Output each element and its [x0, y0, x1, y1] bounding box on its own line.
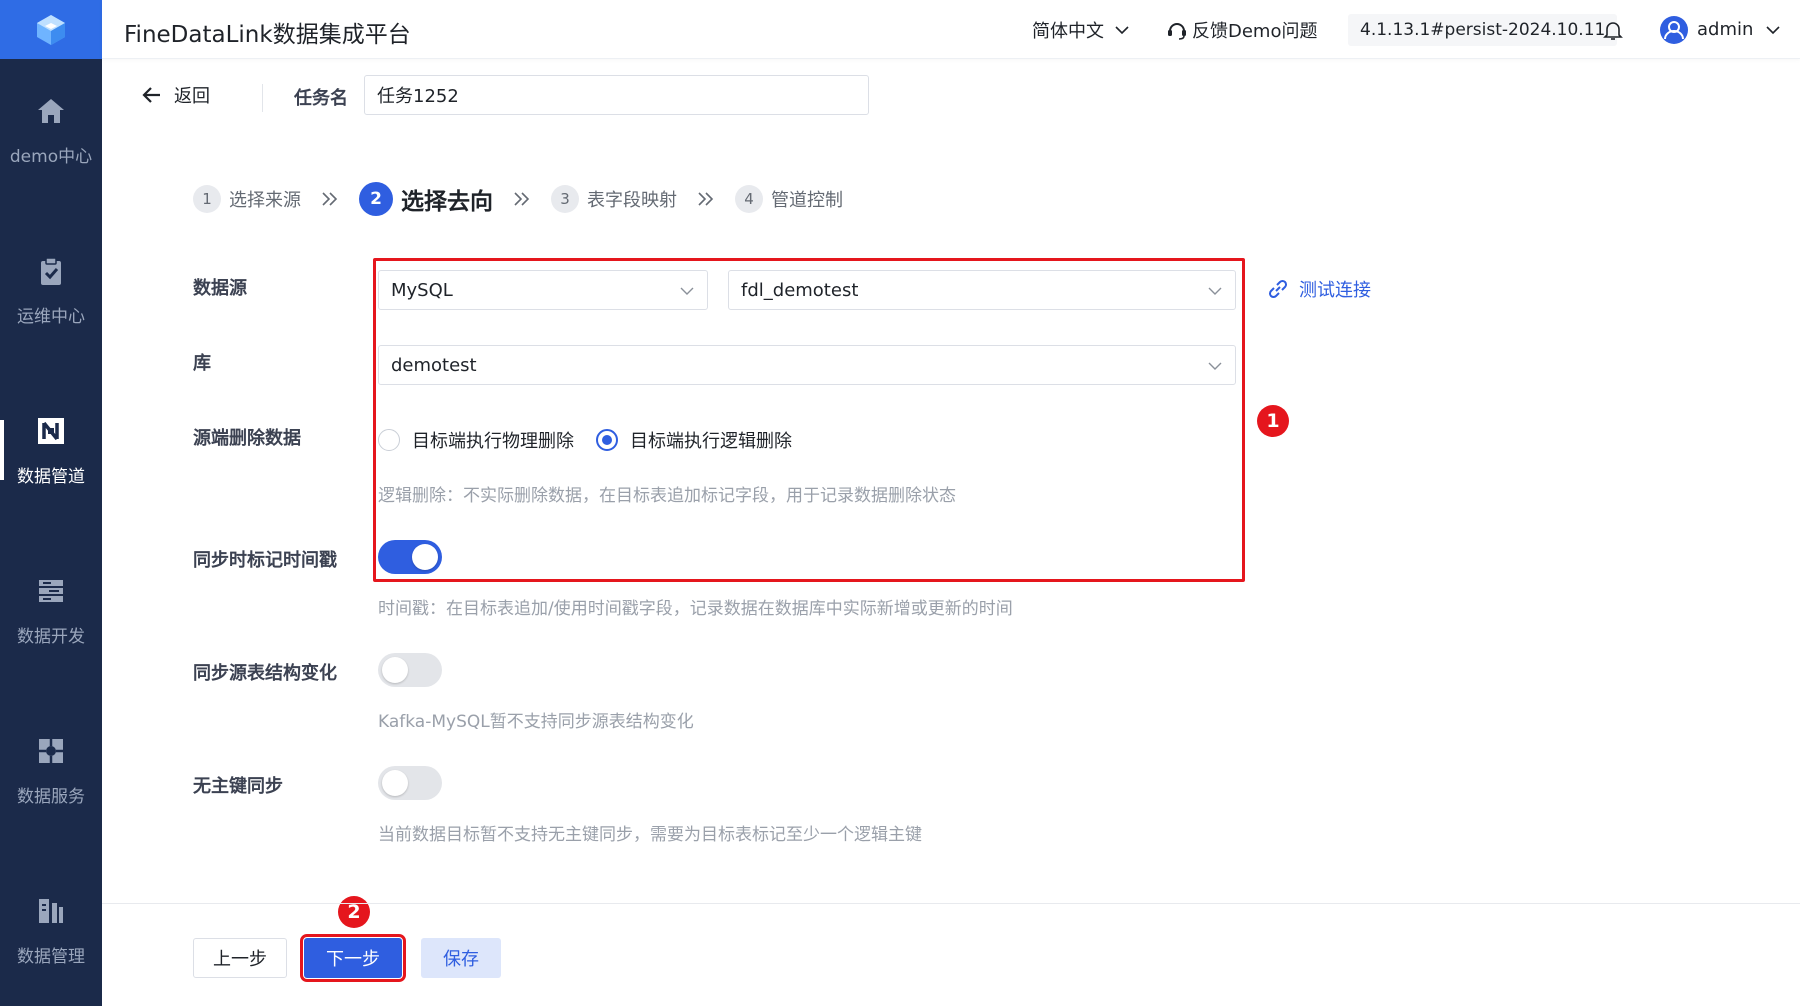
schema-change-label: 同步源表结构变化	[193, 663, 337, 684]
feedback-label: 反馈Demo问题	[1192, 20, 1318, 42]
service-icon	[34, 734, 68, 768]
sidebar-item-label: 数据管理	[17, 946, 85, 967]
double-chevron-icon	[513, 191, 531, 207]
task-header: 返回 任务名	[102, 59, 1800, 129]
database-label: 库	[193, 353, 211, 374]
delete-mode-hint: 逻辑删除：不实际删除数据，在目标表追加标记字段，用于记录数据删除状态	[378, 486, 956, 506]
top-bar: FineDataLink数据集成平台 简体中文 反馈Demo问题 4.1.13.…	[102, 0, 1800, 59]
version-info: 4.1.13.1#persist-2024.10.11	[1348, 0, 1618, 59]
chevron-down-icon	[1766, 25, 1780, 34]
annotation-badge-1: 1	[1257, 405, 1289, 437]
datasource-label: 数据源	[193, 278, 247, 299]
sidebar-item-label: demo中心	[9, 146, 93, 167]
delete-mode-label: 源端删除数据	[193, 428, 301, 449]
no-pk-hint: 当前数据目标暂不支持无主键同步，需要为目标表标记至少一个逻辑主键	[378, 825, 922, 845]
sidebar-item-ops[interactable]: 运维中心	[0, 230, 102, 350]
manage-icon	[34, 894, 68, 928]
sidebar-item-label: 数据管道	[17, 466, 85, 487]
toggle-knob	[382, 657, 408, 683]
test-connection-button[interactable]: 测试连接	[1267, 276, 1371, 302]
no-pk-toggle[interactable]	[378, 766, 442, 800]
sidebar: demo中心 运维中心 数据管道 数据开发 数据服务 数据管理	[0, 0, 102, 1006]
logo-cube-icon	[37, 14, 65, 45]
database-select[interactable]: demotest	[378, 345, 1236, 385]
no-pk-label: 无主键同步	[193, 776, 283, 797]
step-4[interactable]: 4 管道控制	[735, 185, 843, 213]
logo[interactable]	[0, 0, 102, 59]
headset-icon	[1168, 22, 1186, 40]
double-chevron-icon	[697, 191, 715, 207]
pipeline-icon	[34, 414, 68, 448]
delete-mode-radio-group: 目标端执行物理删除 目标端执行逻辑删除	[378, 427, 792, 453]
radio-physical-delete-label[interactable]: 目标端执行物理删除	[412, 427, 574, 453]
test-connection-label: 测试连接	[1299, 280, 1371, 301]
double-chevron-icon	[321, 191, 339, 207]
sidebar-item-manage[interactable]: 数据管理	[0, 870, 102, 990]
divider	[262, 84, 263, 112]
datasource-connection-select[interactable]: fdl_demotest	[728, 270, 1236, 310]
schema-change-hint: Kafka-MySQL暂不支持同步源表结构变化	[378, 712, 694, 732]
chevron-down-icon	[1115, 25, 1129, 34]
database-value: demotest	[391, 354, 477, 376]
user-menu[interactable]: admin	[1659, 0, 1781, 59]
sidebar-item-service[interactable]: 数据服务	[0, 710, 102, 830]
avatar	[1660, 15, 1688, 44]
link-icon	[1268, 279, 1288, 299]
toggle-knob	[382, 770, 408, 796]
notification-button[interactable]	[1602, 0, 1624, 59]
step-number: 4	[735, 185, 763, 213]
timestamp-label: 同步时标记时间戳	[193, 550, 337, 571]
datasource-type-select[interactable]: MySQL	[378, 270, 708, 310]
step-number: 1	[193, 185, 221, 213]
radio-logical-delete[interactable]	[596, 429, 618, 451]
prev-step-button[interactable]: 上一步	[193, 938, 287, 978]
arrow-left-icon	[142, 87, 160, 103]
feedback-link[interactable]: 反馈Demo问题	[1166, 0, 1317, 59]
step-label: 表字段映射	[587, 190, 677, 211]
task-name-label: 任务名	[294, 88, 348, 109]
clipboard-check-icon	[34, 254, 68, 288]
timestamp-toggle[interactable]	[378, 540, 442, 574]
username: admin	[1697, 19, 1754, 40]
step-number: 2	[359, 182, 393, 216]
back-button[interactable]: 返回	[142, 82, 210, 108]
step-2[interactable]: 2 选择去向	[359, 182, 493, 216]
chevron-down-icon	[1208, 362, 1222, 370]
home-icon	[34, 94, 68, 128]
dev-icon	[34, 574, 68, 608]
task-name-input[interactable]	[364, 75, 869, 115]
footer-divider	[102, 903, 1800, 904]
app-title: FineDataLink数据集成平台	[124, 22, 411, 48]
bell-icon	[1603, 21, 1623, 40]
sidebar-item-label: 运维中心	[17, 306, 85, 327]
step-label: 管道控制	[771, 190, 843, 211]
radio-physical-delete[interactable]	[378, 429, 400, 451]
sidebar-item-label: 数据服务	[17, 786, 85, 807]
step-indicator: 1 选择来源 2 选择去向 3 表字段映射 4 管道控制	[193, 181, 843, 217]
version-label: 4.1.13.1#persist-2024.10.11	[1348, 13, 1618, 46]
sidebar-item-pipeline[interactable]: 数据管道	[0, 390, 102, 510]
sidebar-item-demo[interactable]: demo中心	[0, 70, 102, 190]
next-step-button[interactable]: 下一步	[300, 934, 406, 982]
step-label: 选择去向	[401, 189, 493, 215]
datasource-connection-value: fdl_demotest	[741, 279, 859, 301]
save-button[interactable]: 保存	[421, 938, 501, 978]
step-3[interactable]: 3 表字段映射	[551, 185, 677, 213]
chevron-down-icon	[680, 287, 694, 295]
sidebar-item-label: 数据开发	[17, 626, 85, 647]
back-label: 返回	[174, 86, 210, 107]
annotation-badge-2: 2	[338, 896, 370, 928]
schema-change-toggle[interactable]	[378, 653, 442, 687]
language-selector[interactable]: 简体中文	[1032, 0, 1130, 59]
timestamp-hint: 时间戳：在目标表追加/使用时间戳字段，记录数据在数据库中实际新增或更新的时间	[378, 599, 1013, 619]
step-1[interactable]: 1 选择来源	[193, 185, 301, 213]
step-number: 3	[551, 185, 579, 213]
radio-logical-delete-label[interactable]: 目标端执行逻辑删除	[630, 427, 792, 453]
sidebar-item-dev[interactable]: 数据开发	[0, 550, 102, 670]
step-label: 选择来源	[229, 190, 301, 211]
datasource-type-value: MySQL	[391, 279, 453, 301]
toggle-knob	[412, 544, 438, 570]
language-label: 简体中文	[1032, 20, 1104, 42]
chevron-down-icon	[1208, 287, 1222, 295]
